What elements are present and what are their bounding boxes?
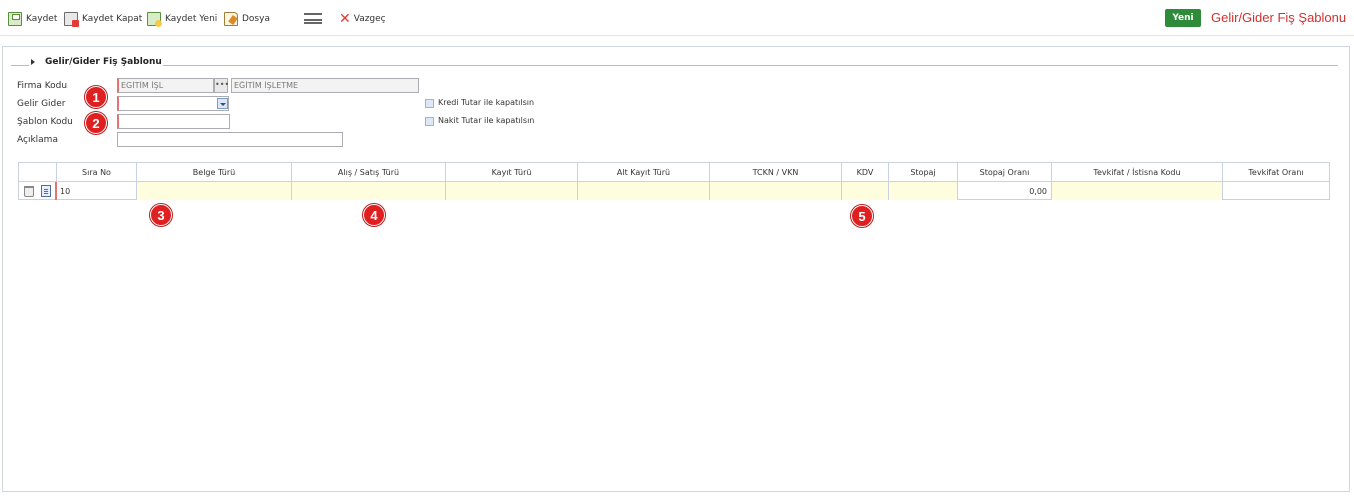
grid-header-kdv[interactable]: KDV: [842, 163, 889, 182]
grid-header-sira-no[interactable]: Sıra No: [57, 163, 137, 182]
grid-header-tevkifat-kodu[interactable]: Tevkifat / İstisna Kodu: [1052, 163, 1223, 182]
cell-tckn-vkn[interactable]: [710, 182, 842, 200]
grid-header-alis-satis-turu[interactable]: Alış / Satış Türü: [292, 163, 446, 182]
save-new-icon: [147, 12, 162, 27]
kredi-checkbox[interactable]: [425, 99, 434, 108]
cell-alis-satis-turu[interactable]: [292, 182, 446, 200]
chevron-down-icon[interactable]: [217, 98, 228, 109]
grid-header-tevkifat-orani[interactable]: Tevkifat Oranı: [1223, 163, 1329, 182]
close-icon: ✕: [339, 11, 351, 27]
form-panel: Gelir/Gider Fiş Şablonu: [2, 46, 1350, 492]
gelir-gider-select[interactable]: [117, 96, 229, 111]
aciklama-label: Açıklama: [17, 135, 58, 145]
cell-kdv[interactable]: [842, 182, 889, 200]
cell-sira-no[interactable]: 10: [57, 182, 137, 200]
cell-tevkifat-orani[interactable]: [1223, 182, 1329, 200]
nakit-label: Nakit Tutar ile kapatılsın: [438, 116, 535, 125]
cell-belge-turu[interactable]: [137, 182, 292, 200]
table-row-actions: [19, 182, 57, 200]
firma-kodu-input[interactable]: [117, 78, 214, 93]
cell-alt-kayit-turu[interactable]: [578, 182, 710, 200]
grid-header-actions: [19, 163, 57, 182]
save-icon: [8, 12, 22, 26]
save-new-label: Kaydet Yeni: [165, 14, 218, 24]
template-grid: Sıra No Belge Türü Alış / Satış Türü Kay…: [18, 162, 1330, 200]
toolbar: Kaydet Kaydet Kapat Kaydet Yeni Dosya ✕ …: [0, 0, 1354, 36]
annotation-badge-4: 4: [363, 204, 385, 226]
new-button[interactable]: Yeni: [1165, 9, 1201, 27]
kredi-label: Kredi Tutar ile kapatılsın: [438, 98, 535, 107]
cancel-label: Vazgeç: [353, 14, 386, 24]
grid-header-stopaj-orani[interactable]: Stopaj Oranı: [958, 163, 1052, 182]
cell-kayit-turu[interactable]: [446, 182, 578, 200]
cell-stopaj[interactable]: [889, 182, 958, 200]
divider: [163, 65, 1338, 66]
annotation-badge-2: 2: [85, 112, 107, 134]
save-label: Kaydet: [26, 14, 58, 24]
aciklama-input[interactable]: [117, 132, 343, 147]
grid-header-tckn-vkn[interactable]: TCKN / VKN: [710, 163, 842, 182]
save-close-icon: [64, 12, 79, 27]
nakit-checkbox[interactable]: [425, 117, 434, 126]
section-header[interactable]: Gelir/Gider Fiş Şablonu: [31, 57, 162, 67]
divider: [11, 65, 29, 66]
menu-icon[interactable]: [304, 13, 322, 24]
section-title: Gelir/Gider Fiş Şablonu: [45, 57, 162, 67]
caret-right-icon: [31, 59, 35, 65]
document-icon[interactable]: [41, 185, 51, 197]
annotation-badge-5: 5: [851, 205, 873, 227]
file-button[interactable]: Dosya: [224, 10, 270, 28]
sablon-kodu-input[interactable]: [117, 114, 230, 129]
grid-header-kayit-turu[interactable]: Kayıt Türü: [446, 163, 578, 182]
file-label: Dosya: [242, 14, 270, 24]
grid-header-alt-kayit-turu[interactable]: Alt Kayıt Türü: [578, 163, 710, 182]
grid-header-stopaj[interactable]: Stopaj: [889, 163, 958, 182]
lookup-button[interactable]: •••: [214, 78, 229, 93]
firma-kodu-label: Firma Kodu: [17, 81, 68, 91]
sablon-kodu-label: Şablon Kodu: [17, 117, 73, 127]
save-button[interactable]: Kaydet: [8, 10, 57, 28]
save-close-button[interactable]: Kaydet Kapat: [64, 10, 142, 28]
gelir-gider-label: Gelir Gider: [17, 99, 66, 109]
save-close-label: Kaydet Kapat: [82, 14, 143, 24]
file-icon: [224, 12, 238, 26]
annotation-badge-1: 1: [85, 86, 107, 108]
save-new-button[interactable]: Kaydet Yeni: [147, 10, 217, 28]
cell-tevkifat-kodu[interactable]: [1052, 182, 1223, 200]
cancel-button[interactable]: ✕ Vazgeç: [339, 10, 386, 28]
trash-icon[interactable]: [24, 186, 34, 197]
annotation-badge-3: 3: [150, 204, 172, 226]
page-title: Gelir/Gider Fiş Şablonu: [1211, 10, 1347, 25]
grid-header-belge-turu[interactable]: Belge Türü: [137, 163, 292, 182]
firma-adi-input[interactable]: [231, 78, 419, 93]
cell-stopaj-orani[interactable]: 0,00: [958, 182, 1052, 200]
